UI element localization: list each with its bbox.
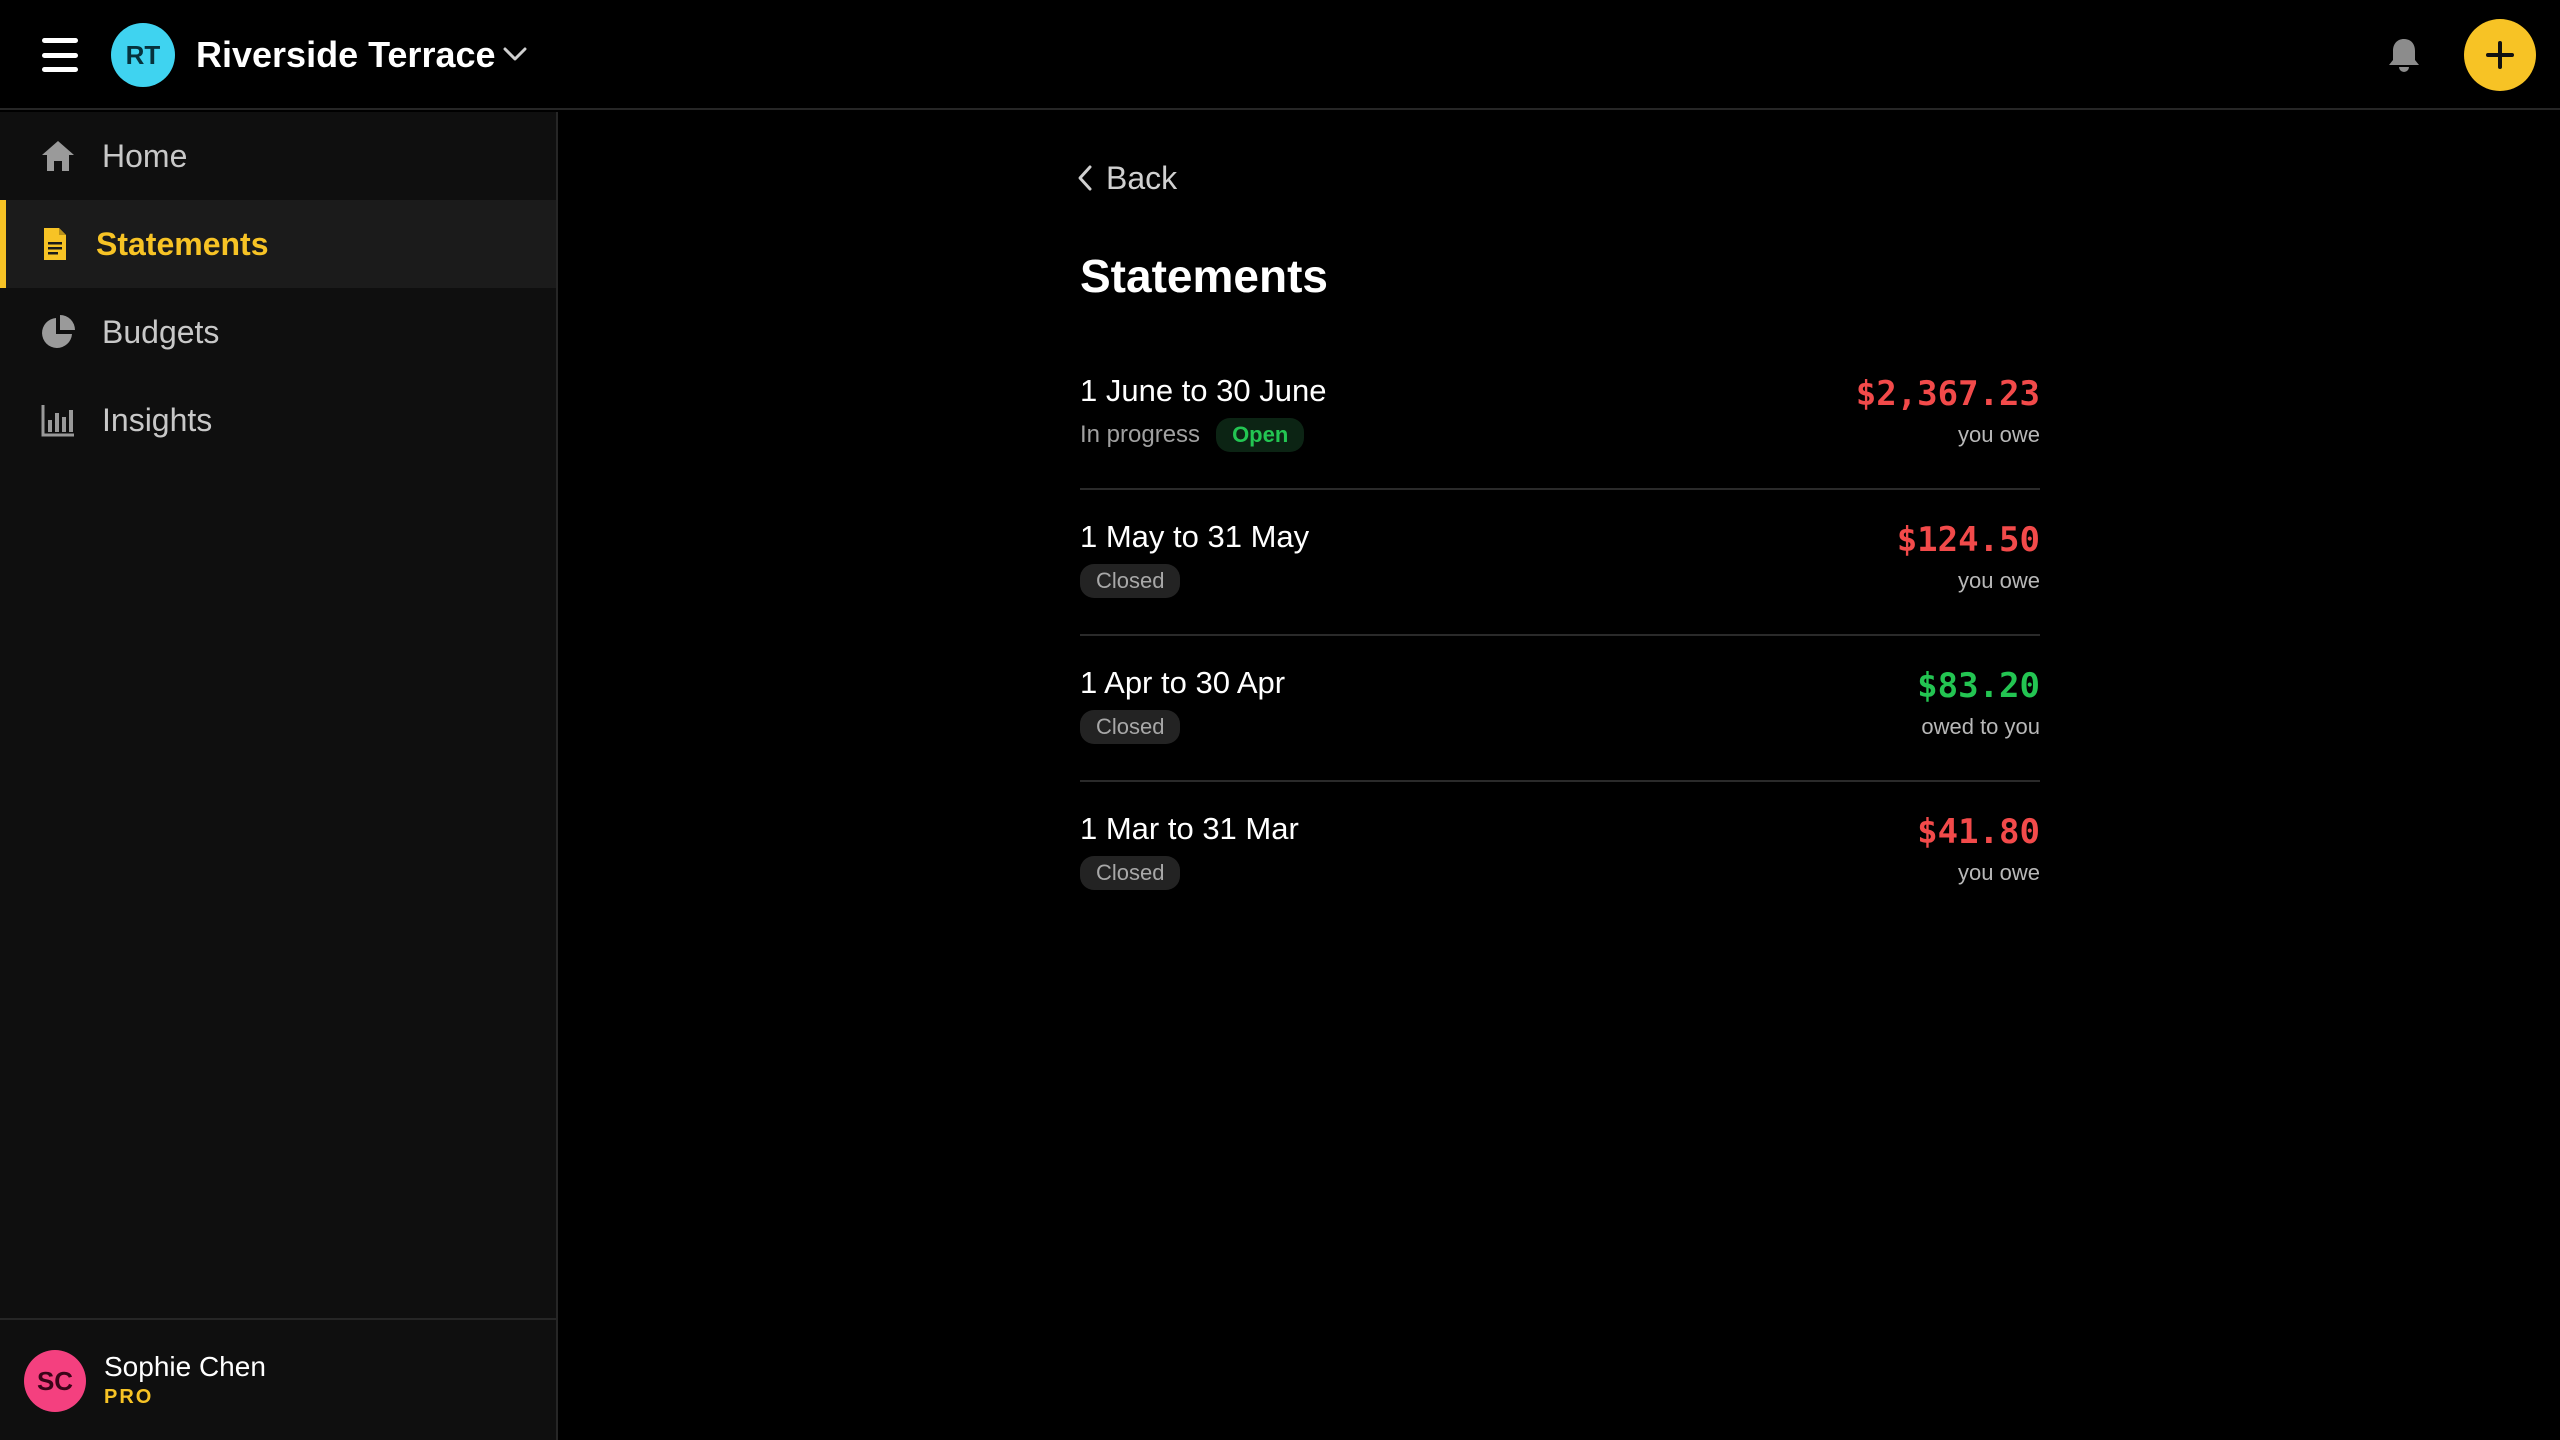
menu-button[interactable] <box>36 34 84 76</box>
sidebar-item-home[interactable]: Home <box>0 112 556 200</box>
statement-amount: $83.20 <box>1917 666 2040 706</box>
sidebar-item-label: Budgets <box>102 314 220 350</box>
statement-subtitle: In progress <box>1080 421 1201 448</box>
top-bar: RT Riverside Terrace <box>0 0 2560 110</box>
statement-direction: you owe <box>1958 422 2040 447</box>
add-button[interactable] <box>2464 19 2536 91</box>
sidebar-item-label: Statements <box>96 226 269 262</box>
statement-period: 1 June to 30 June <box>1080 373 1327 408</box>
avatar[interactable]: SC <box>24 1350 86 1412</box>
statements-list: 1 June to 30 June In progress Open $2,36… <box>1080 344 2040 928</box>
main-content: Back Statements 1 June to 30 June In pro… <box>560 112 2560 1440</box>
sidebar-item-label: Home <box>102 138 188 174</box>
statement-period: 1 Apr to 30 Apr <box>1080 665 1286 700</box>
sidebar-item-label: Insights <box>102 402 213 438</box>
bell-icon[interactable] <box>2384 35 2424 75</box>
sidebar-item-insights[interactable]: Insights <box>0 376 556 464</box>
document-icon <box>44 228 66 260</box>
sidebar: Home Statements Budgets Insights SC Soph… <box>0 112 558 1440</box>
plus-icon <box>2486 41 2514 69</box>
statement-direction: owed to you <box>1921 714 2040 739</box>
sidebar-item-budgets[interactable]: Budgets <box>0 288 556 376</box>
plan-badge: PRO <box>104 1386 154 1408</box>
chevron-left-icon <box>1078 165 1092 191</box>
hamburger-icon <box>42 38 78 43</box>
status-badge: Closed <box>1080 710 1181 744</box>
active-indicator <box>0 200 6 288</box>
statement-amount: $124.50 <box>1896 520 2040 560</box>
statement-row[interactable]: 1 June to 30 June In progress Open $2,36… <box>1080 344 2040 490</box>
back-label: Back <box>1106 159 1178 196</box>
statement-period: 1 Mar to 31 Mar <box>1080 811 1299 846</box>
user-profile[interactable]: SC Sophie Chen PRO <box>0 1318 556 1440</box>
pie-chart-icon <box>42 315 75 348</box>
statement-direction: you owe <box>1958 568 2040 593</box>
org-name[interactable]: Riverside Terrace <box>196 34 496 76</box>
user-name: Sophie Chen <box>104 1351 266 1382</box>
status-badge: Closed <box>1080 856 1181 890</box>
page-title: Statements <box>1080 250 1328 302</box>
statement-row[interactable]: 1 Mar to 31 Mar Closed $41.80 you owe <box>1080 782 2040 928</box>
back-button[interactable]: Back <box>1074 158 1177 198</box>
status-badge: Closed <box>1080 564 1181 598</box>
statement-amount: $41.80 <box>1917 812 2040 852</box>
statement-amount: $2,367.23 <box>1855 374 2040 414</box>
statement-direction: you owe <box>1958 860 2040 885</box>
sidebar-item-statements[interactable]: Statements <box>0 200 556 288</box>
status-badge: Open <box>1216 418 1305 452</box>
home-icon <box>42 141 74 171</box>
chevron-down-icon[interactable] <box>500 42 530 66</box>
bar-chart-icon <box>41 405 74 437</box>
statement-row[interactable]: 1 Apr to 30 Apr Closed $83.20 owed to yo… <box>1080 636 2040 782</box>
statement-row[interactable]: 1 May to 31 May Closed $124.50 you owe <box>1080 490 2040 636</box>
org-avatar[interactable]: RT <box>111 23 175 87</box>
statement-period: 1 May to 31 May <box>1080 519 1310 554</box>
